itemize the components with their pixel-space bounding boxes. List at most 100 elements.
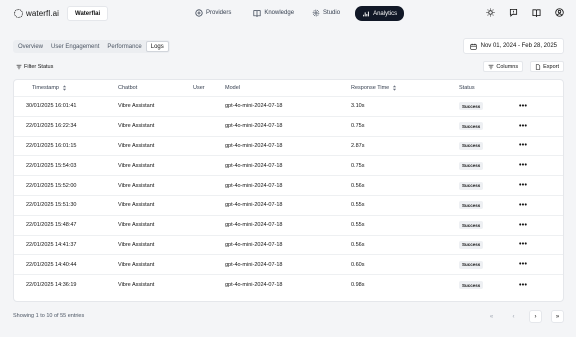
cell-response-time: 0.55s (351, 202, 365, 209)
cell-chatbot: Vibre Assistant (118, 142, 155, 149)
columns-icon (488, 64, 494, 69)
cell-timestamp: 22/01/2025 15:51:30 (26, 202, 77, 209)
cell-timestamp: 22/01/2025 14:36:19 (26, 282, 77, 289)
chat-alert-icon[interactable] (508, 7, 518, 17)
cell-response-time: 3.10s (351, 103, 365, 110)
more-options-icon[interactable]: ••• (519, 162, 527, 169)
table-row[interactable]: 22/01/2025 15:52:00 Vibre Assistant gpt-4o… (14, 176, 563, 196)
logo-text: waterfl.ai (26, 9, 60, 18)
header-timestamp[interactable]: Timestamp (14, 85, 118, 91)
user-circle-icon[interactable] (554, 7, 564, 17)
cell-response-time: 0.56s (351, 182, 365, 189)
table-row[interactable]: 22/01/2025 15:54:03 Vibre Assistant gpt-4o… (14, 156, 563, 177)
more-options-icon[interactable]: ••• (519, 103, 527, 110)
status-badge: Success (459, 181, 484, 190)
cell-actions: ••• (519, 222, 549, 229)
table-header: Timestamp Chatbot User Model Response Ti… (14, 80, 563, 97)
nav-item-knowledge[interactable]: Knowledge (253, 6, 294, 20)
more-options-icon[interactable]: ••• (519, 222, 527, 229)
first-page-button[interactable]: « (485, 310, 498, 323)
cell-status: Success (459, 141, 519, 150)
cell-chatbot: Vibre Assistant (118, 182, 155, 189)
more-options-icon[interactable]: ••• (519, 282, 527, 289)
cell-actions: ••• (519, 123, 549, 130)
cell-model: gpt-4o-mini-2024-07-18 (225, 103, 283, 110)
next-page-button[interactable]: › (529, 310, 542, 323)
logo-icon (14, 9, 23, 18)
cell-timestamp: 30/01/2025 16:01:41 (26, 103, 77, 110)
cell-model: gpt-4o-mini-2024-07-18 (225, 222, 283, 229)
last-page-button[interactable]: » (551, 310, 564, 323)
more-options-icon[interactable]: ••• (519, 142, 527, 149)
more-options-icon[interactable]: ••• (519, 241, 527, 248)
book-icon (253, 10, 261, 17)
prev-page-button[interactable]: ‹ (507, 310, 520, 323)
cell-timestamp: 22/01/2025 15:54:03 (26, 162, 77, 169)
more-options-icon[interactable]: ••• (519, 202, 527, 209)
cell-status: Success (459, 260, 519, 269)
more-options-icon[interactable]: ••• (519, 123, 527, 130)
table-row[interactable]: 22/01/2025 14:40:44 Vibre Assistant gpt-4o… (14, 255, 563, 276)
nav-item-providers[interactable]: Providers (195, 6, 231, 20)
tab-overview[interactable]: Overview (14, 41, 47, 52)
nav-item-analytics[interactable]: Analytics (355, 6, 405, 21)
nav-label-studio: Studio (323, 10, 341, 16)
table-row[interactable]: 30/01/2025 16:01:41 Vibre Assistant gpt-4o… (14, 97, 563, 117)
table-row[interactable]: 22/01/2025 14:36:19 Vibre Assistant gpt-4o… (14, 275, 563, 295)
date-range-picker[interactable]: Nov 01, 2024 - Feb 28, 2025 (462, 38, 564, 54)
header-response-time[interactable]: Response Time (351, 85, 459, 91)
cell-chatbot: Vibre Assistant (118, 103, 155, 110)
cell-timestamp: 22/01/2025 15:48:47 (26, 222, 77, 229)
top-bar: waterfl.ai Waterflai Providers Knowledge… (0, 0, 576, 28)
cell-status: Success (459, 181, 519, 190)
more-options-icon[interactable]: ••• (519, 182, 527, 189)
table-row[interactable]: 22/01/2025 14:41:37 Vibre Assistant gpt-4o… (14, 236, 563, 256)
logo[interactable]: waterfl.ai (14, 9, 59, 18)
nav-item-studio[interactable]: Studio (312, 6, 340, 20)
cell-status: Success (459, 161, 519, 170)
cell-response-time: 0.56s (351, 241, 365, 248)
pagination: « ‹ › » (485, 310, 564, 323)
book-open-icon[interactable] (531, 7, 541, 17)
header-user: User (193, 85, 205, 91)
cell-response-time: 0.75s (351, 123, 365, 130)
cell-status: Success (459, 122, 519, 131)
logs-table: Timestamp Chatbot User Model Response Ti… (13, 79, 564, 302)
status-badge: Success (459, 221, 484, 230)
columns-button[interactable]: Columns (483, 61, 524, 72)
sun-icon[interactable] (485, 7, 495, 17)
cell-response-time: 2.87s (351, 142, 365, 149)
status-badge: Success (459, 260, 484, 269)
cell-model: gpt-4o-mini-2024-07-18 (225, 142, 283, 149)
sort-icon (62, 85, 67, 91)
analytics-tabs: Overview User Engagement Performance Log… (13, 40, 170, 53)
tab-user-engagement[interactable]: User Engagement (47, 41, 103, 52)
table-row[interactable]: 22/01/2025 16:22:34 Vibre Assistant gpt-4o… (14, 117, 563, 137)
columns-label: Columns (496, 63, 519, 70)
cell-response-time: 0.98s (351, 282, 365, 289)
cell-chatbot: Vibre Assistant (118, 261, 155, 268)
export-button[interactable]: Export (530, 61, 564, 72)
cell-response-time: 0.60s (351, 261, 365, 268)
tab-performance[interactable]: Performance (103, 41, 145, 52)
cell-model: gpt-4o-mini-2024-07-18 (225, 182, 283, 189)
table-row[interactable]: 22/01/2025 15:51:30 Vibre Assistant gpt-4o… (14, 196, 563, 216)
cell-status: Success (459, 221, 519, 230)
cell-actions: ••• (519, 182, 549, 189)
workspace-selector[interactable]: Waterflai (67, 6, 109, 21)
table-row[interactable]: 22/01/2025 16:01:15 Vibre Assistant gpt-4o… (14, 137, 563, 157)
cell-actions: ••• (519, 103, 549, 110)
chart-icon (363, 11, 369, 16)
status-badge: Success (459, 240, 484, 249)
circle-plus-icon (195, 9, 203, 17)
calendar-icon (469, 43, 477, 50)
tab-logs[interactable]: Logs (145, 41, 169, 52)
cell-model: gpt-4o-mini-2024-07-18 (225, 123, 283, 130)
filter-status-button[interactable]: Filter Status (13, 61, 57, 72)
cell-model: gpt-4o-mini-2024-07-18 (225, 261, 283, 268)
more-options-icon[interactable]: ••• (519, 261, 527, 268)
entries-summary: Showing 1 to 10 of 55 entries (13, 313, 85, 319)
table-row[interactable]: 22/01/2025 15:48:47 Vibre Assistant gpt-4o… (14, 216, 563, 236)
cell-model: gpt-4o-mini-2024-07-18 (225, 241, 283, 248)
header-response-time-label: Response Time (351, 85, 390, 91)
